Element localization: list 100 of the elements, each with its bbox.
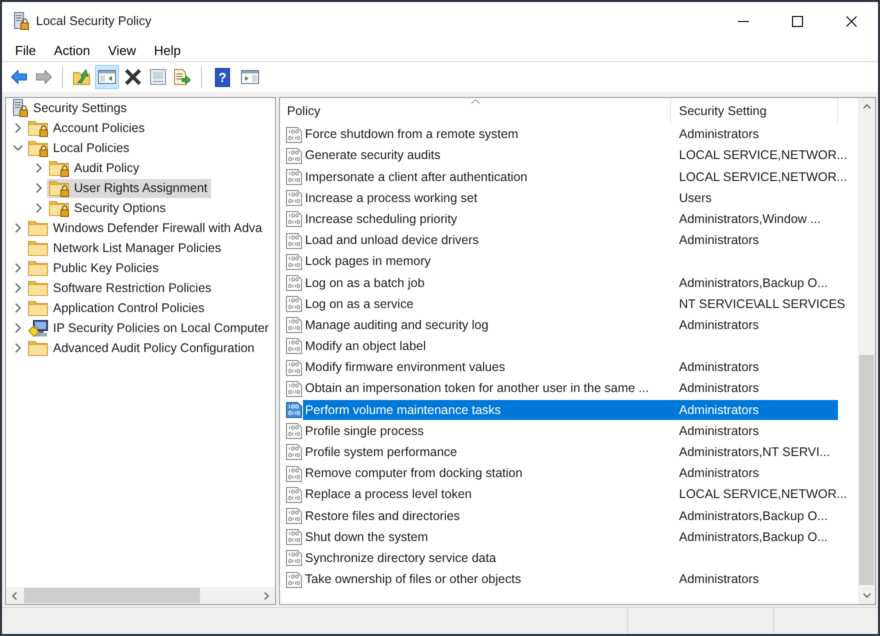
console-tree-button[interactable] [95, 65, 119, 89]
list-row[interactable]: Synchronize directory service data [303, 548, 838, 568]
tree-item[interactable]: Audit Policy [47, 158, 144, 178]
list-row[interactable]: Modify firmware environment values Administrators [303, 358, 838, 378]
security-setting: LOCAL SERVICE,NETWOR... [679, 170, 848, 184]
computer-icon [28, 320, 48, 336]
policy-name: Obtain an impersonation token for another user in the same ... [305, 381, 649, 396]
window-panel-icon[interactable] [241, 70, 259, 84]
security-setting: Administrators [679, 424, 759, 438]
caret-up-icon[interactable] [862, 104, 870, 109]
security-setting: Administrators [679, 318, 759, 332]
list-row[interactable]: Profile system performance Administrators,NT SERVI... [303, 442, 838, 462]
policy-name: Lock pages in memory [305, 254, 431, 268]
list-row[interactable]: Perform volume maintenance tasks Administrators [303, 400, 838, 420]
tree-item[interactable]: Security Settings [10, 98, 131, 118]
tree-item[interactable]: Security Options [47, 198, 170, 218]
security-setting: LOCAL SERVICE,NETWOR... [679, 148, 848, 162]
list-row[interactable]: Log on as a batch job Administrators,Backup O... [303, 272, 838, 293]
policy-document-icon [286, 126, 302, 143]
list-row[interactable]: Force shutdown from a remote system Administrators [303, 124, 838, 145]
tree-item[interactable]: Public Key Policies [26, 258, 163, 278]
folder-arrow-icon[interactable] [73, 69, 90, 85]
cross-icon[interactable] [124, 69, 140, 85]
maximize-icon[interactable] [792, 16, 802, 26]
list-row[interactable]: Lock pages in memory [303, 252, 838, 272]
caret-left-icon[interactable] [12, 592, 17, 600]
policy-name: Profile system performance [305, 445, 458, 460]
policy-document-icon [286, 529, 302, 546]
folder-icon [28, 300, 48, 316]
tree-item[interactable]: Account Policies [26, 118, 149, 138]
folder-icon [28, 240, 48, 256]
help-button[interactable]: ? [215, 68, 230, 86]
list-row[interactable]: Increase a process working set Users [303, 188, 838, 208]
minimize-icon[interactable] [738, 20, 748, 22]
locked-folder-icon [49, 160, 69, 176]
locked-folder-icon [28, 140, 48, 156]
document-arrow-icon[interactable] [174, 69, 191, 85]
policy-name: Increase scheduling priority [305, 212, 458, 226]
caret-right-icon[interactable] [264, 592, 269, 600]
scroll-thumb[interactable] [24, 588, 200, 603]
list-row[interactable]: Restore files and directories Administrators,Backup O... [303, 506, 838, 526]
arrow-left-icon[interactable] [10, 70, 26, 84]
locked-folder-icon [28, 120, 48, 136]
security-setting: Administrators [679, 402, 759, 417]
list-row[interactable]: Take ownership of files or other objects Administrators [303, 570, 838, 590]
tree-item[interactable]: Software Restriction Policies [26, 278, 216, 298]
chevron-right-icon[interactable] [15, 343, 21, 353]
server-lock-icon [13, 12, 29, 30]
chevron-down-icon[interactable] [13, 145, 23, 151]
policy-name: Increase a process working set [305, 190, 478, 205]
close-icon[interactable] [846, 16, 856, 26]
chevron-right-icon[interactable] [15, 303, 21, 313]
tree-item[interactable]: Local Policies [26, 138, 134, 158]
policy-document-icon [286, 466, 302, 482]
scroll-thumb[interactable] [859, 355, 874, 585]
tree-item[interactable]: IP Security Policies on Local Computer [26, 318, 273, 338]
security-setting: Administrators,Backup O... [679, 530, 828, 544]
policy-document-icon [286, 317, 302, 334]
menu-item[interactable]: File [6, 41, 45, 60]
list-row[interactable]: Profile single process Administrators [303, 421, 838, 442]
tree-item[interactable]: Application Control Policies [26, 298, 208, 318]
security-setting: NT SERVICE\ALL SERVICES [679, 296, 846, 311]
chevron-right-icon[interactable] [36, 183, 42, 193]
menu-item[interactable]: Help [145, 41, 190, 60]
list-row[interactable]: Increase scheduling priority Administrators,Window ... [303, 209, 838, 230]
chevron-right-icon[interactable] [15, 263, 21, 273]
security-setting: Administrators,Backup O... [679, 276, 828, 290]
list-row[interactable]: Shut down the system Administrators,Backup O... [303, 527, 838, 548]
security-setting: Administrators,Backup O... [679, 508, 828, 523]
caret-down-icon[interactable] [862, 593, 870, 598]
policy-name: Replace a process level token [305, 487, 472, 502]
window-title: Local Security Policy [36, 12, 152, 30]
list-row[interactable]: Modify an object label [303, 336, 838, 356]
policy-document-icon [286, 254, 302, 270]
chevron-right-icon[interactable] [36, 163, 42, 173]
tree-item[interactable]: User Rights Assignment [47, 178, 212, 198]
document-icon[interactable] [150, 69, 166, 85]
menu-item[interactable]: View [99, 41, 146, 60]
tree-item[interactable]: Windows Defender Firewall with Adva [26, 218, 266, 238]
chevron-right-icon[interactable] [15, 123, 21, 133]
tree-item[interactable]: Network List Manager Policies [26, 238, 226, 258]
policy-document-icon [286, 190, 302, 206]
policy-name: Modify firmware environment values [305, 360, 506, 374]
chevron-right-icon[interactable] [15, 323, 21, 333]
chevron-right-icon[interactable] [15, 283, 21, 293]
list-row[interactable]: Remove computer from docking station Administrators [303, 464, 838, 484]
menu-item[interactable]: Action [44, 41, 100, 60]
horizontal-scrollbar[interactable] [6, 587, 275, 604]
chevron-right-icon[interactable] [15, 223, 21, 233]
vertical-scrollbar[interactable] [858, 98, 875, 604]
list-row[interactable]: Load and unload device drivers Administrators [303, 230, 838, 251]
chevron-right-icon[interactable] [36, 203, 42, 213]
policy-name: Load and unload device drivers [305, 233, 479, 248]
tree-item[interactable]: Advanced Audit Policy Configuration [26, 338, 259, 358]
security-setting: Administrators,NT SERVI... [679, 445, 830, 460]
list-row[interactable]: Obtain an impersonation token for another user in the same ... Administrators [303, 378, 838, 399]
server-lock-icon [12, 99, 28, 117]
folder-icon [28, 340, 48, 356]
list-row[interactable]: Manage auditing and security log Administrators [303, 315, 838, 336]
window-panel-icon[interactable] [98, 70, 116, 84]
